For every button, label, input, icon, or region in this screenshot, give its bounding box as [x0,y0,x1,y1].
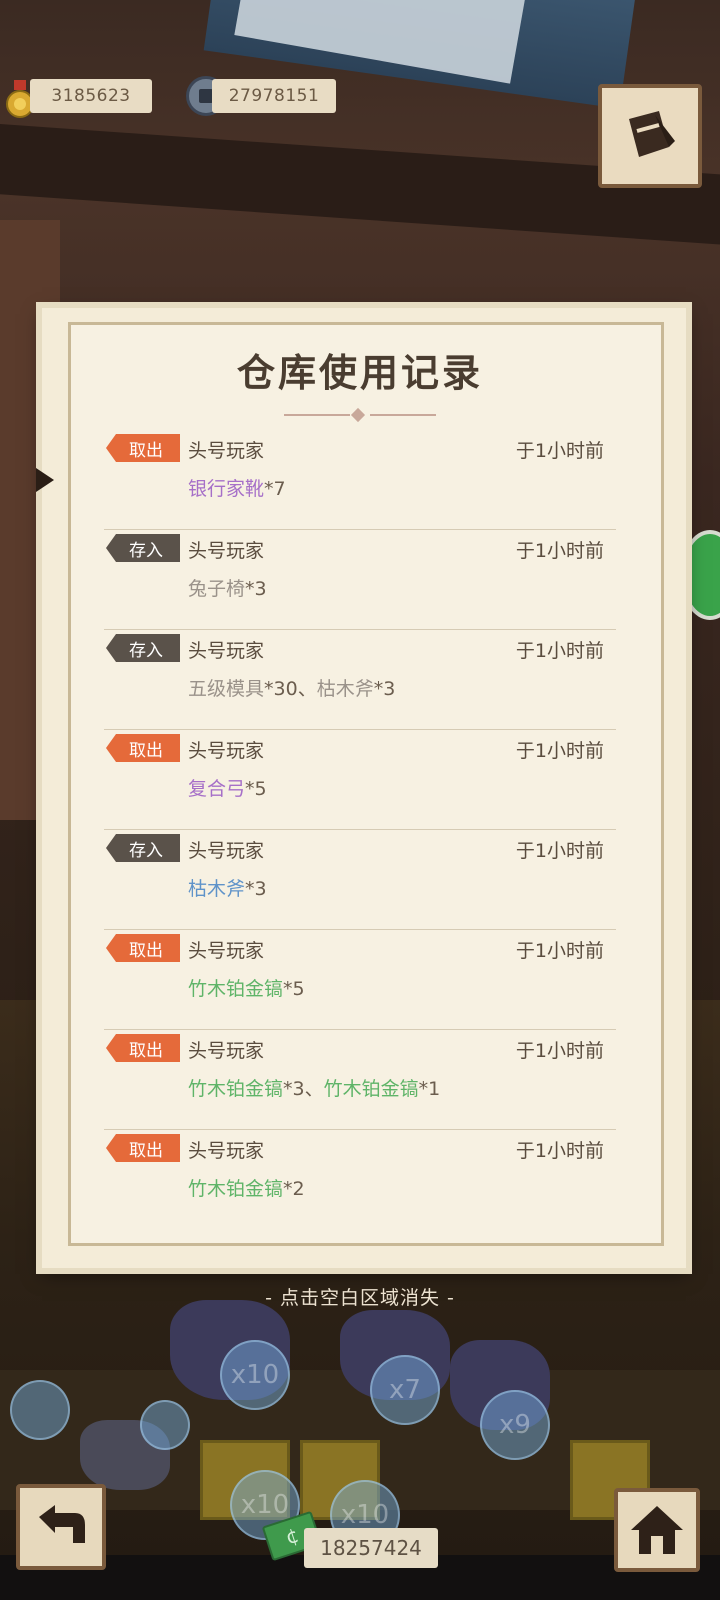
record-items: 竹木铂金镐*5 [188,974,305,1001]
paper-notch [36,468,54,492]
money-counter: 18257424 [304,1528,438,1568]
back-button[interactable] [16,1484,106,1570]
medal-value: 3185623 [30,79,152,113]
record-time: 于1小时前 [515,940,604,962]
withdraw-tag: 取出 [106,934,180,962]
record-row: 取出 头号玩家 于1小时前银行家靴*7 [104,430,616,530]
resource-bubble: x7 [370,1355,440,1425]
record-items: 竹木铂金镐*3、竹木铂金镐*1 [188,1074,440,1101]
record-items: 五级模具*30、枯木斧*3 [188,674,395,701]
resource-bubble [140,1400,190,1450]
record-items: 枯木斧*3 [188,874,267,901]
deposit-tag: 存入 [106,834,180,862]
record-time: 于1小时前 [515,840,604,862]
item-name: 枯木斧 [188,878,246,900]
player-name: 头号玩家 [188,1140,265,1162]
resource-bubble [10,1380,70,1440]
record-items: 兔子椅*3 [188,574,267,601]
record-time: 于1小时前 [515,440,604,462]
player-name: 头号玩家 [188,540,265,562]
item-name: 竹木铂金镐 [188,1078,284,1100]
record-time: 于1小时前 [515,1040,604,1062]
record-items: 银行家靴*7 [188,474,286,501]
item-quantity: *3 [373,678,396,700]
item-quantity: *5 [283,978,305,1000]
record-time: 于1小时前 [515,540,604,562]
player-name: 头号玩家 [188,840,265,862]
item-quantity: *3 [283,1078,305,1100]
player-name: 头号玩家 [188,1040,265,1062]
gear-value: 27978151 [212,79,336,113]
record-row: 取出 头号玩家 于1小时前竹木铂金镐*5 [104,930,616,1030]
resource-bubble: x9 [480,1390,550,1460]
dismiss-hint: - 点击空白区域消失 - [265,1287,455,1309]
bubble-label: x10 [240,1490,290,1520]
record-items: 复合弓*5 [188,774,267,801]
item-name: 枯木斧 [316,678,374,700]
resource-bubble: x10 [220,1340,290,1410]
player-name: 头号玩家 [188,640,265,662]
record-items: 竹木铂金镐*2 [188,1174,305,1201]
item-quantity: *3 [245,878,267,900]
item-name: 竹木铂金镐 [323,1078,419,1100]
record-row: 取出 头号玩家 于1小时前竹木铂金镐*2 [104,1130,616,1230]
home-button[interactable] [614,1488,700,1572]
item-name: 银行家靴 [188,478,265,500]
title-divider [284,407,436,423]
item-quantity: *7 [264,478,286,500]
player-name: 头号玩家 [188,740,265,762]
record-row: 存入 头号玩家 于1小时前五级模具*30、枯木斧*3 [104,630,616,730]
chat-bubble-edge[interactable] [680,530,720,620]
item-quantity: *5 [245,778,267,800]
bubble-label: x9 [499,1410,531,1440]
withdraw-tag: 取出 [106,434,180,462]
item-name: 复合弓 [188,778,246,800]
item-name: 竹木铂金镐 [188,1178,284,1200]
withdraw-tag: 取出 [106,1034,180,1062]
record-row: 取出 头号玩家 于1小时前复合弓*5 [104,730,616,830]
item-separator: 、 [297,678,317,700]
home-icon [631,1506,683,1554]
gear-counter: 27978151 [212,78,336,114]
item-separator: 、 [304,1078,324,1100]
bubble-label: x10 [340,1500,390,1530]
deposit-tag: 存入 [106,534,180,562]
item-name: 竹木铂金镐 [188,978,284,1000]
medal-counter: 3185623 [30,78,152,114]
panel-title: 仓库使用记录 [236,351,483,395]
bubble-label: x7 [389,1375,421,1405]
item-quantity: *3 [245,578,267,600]
withdraw-tag: 取出 [106,1134,180,1162]
player-name: 头号玩家 [188,440,265,462]
item-quantity: *2 [283,1178,305,1200]
record-time: 于1小时前 [515,740,604,762]
record-list[interactable]: 取出 头号玩家 于1小时前 银行家靴*7 存入 头号玩家 于1小时前 兔子椅*3 存入 头号玩家于… [104,430,616,1230]
player-name: 头号玩家 [188,940,265,962]
item-quantity: *30 [264,678,298,700]
record-row: 取出 头号玩家 于1小时前 竹木铂金镐*3、竹木铂金镐*1 [104,1030,616,1130]
record-time: 于1小时前 [515,1140,604,1162]
back-arrow-icon [39,1505,85,1543]
journal-button[interactable] [598,84,702,188]
bubble-label: x10 [230,1360,280,1390]
record-time: 于1小时前 [515,640,604,662]
record-row: 存入 头号玩家 于1小时前枯木斧*3 [104,830,616,930]
record-row: 存入 头号玩家 于1小时前兔子椅*3 [104,530,616,630]
item-name: 兔子椅 [188,578,246,600]
item-name: 五级模具 [188,678,265,700]
deposit-tag: 存入 [106,634,180,662]
item-quantity: *1 [418,1078,441,1100]
withdraw-tag: 取出 [106,734,180,762]
journal-feather-icon [629,111,675,157]
